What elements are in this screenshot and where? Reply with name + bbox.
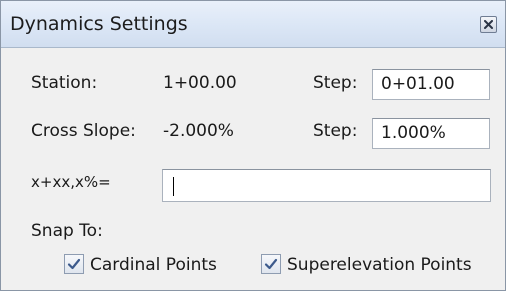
superelevation-points-checkbox[interactable] — [261, 254, 281, 274]
dialog-title: Dynamics Settings — [10, 13, 188, 35]
snap-to-label: Snap To: — [31, 221, 103, 241]
checkmark-icon — [264, 258, 278, 270]
station-step-input[interactable]: 0+01.00 — [372, 69, 490, 100]
close-button[interactable] — [480, 16, 497, 33]
station-value: 1+00.00 — [163, 73, 237, 93]
close-icon — [484, 20, 493, 29]
cardinal-points-label[interactable]: Cardinal Points — [90, 255, 217, 275]
station-label: Station: — [31, 73, 98, 93]
superelevation-points-label[interactable]: Superelevation Points — [287, 255, 472, 275]
entry-label: x+xx,x%= — [31, 173, 111, 191]
cross-slope-step-label: Step: — [313, 121, 358, 141]
text-caret — [173, 177, 174, 196]
title-bar[interactable]: Dynamics Settings — [1, 1, 505, 48]
cross-slope-label: Cross Slope: — [31, 121, 136, 141]
cross-slope-step-input[interactable]: 1.000% — [372, 118, 490, 149]
station-step-label: Step: — [313, 73, 358, 93]
cardinal-points-checkbox[interactable] — [64, 254, 84, 274]
cross-slope-value: -2.000% — [163, 121, 234, 141]
checkmark-icon — [67, 258, 81, 270]
entry-input[interactable] — [162, 169, 491, 202]
dynamics-settings-dialog: Dynamics Settings Station: 1+00.00 Step:… — [0, 0, 506, 291]
